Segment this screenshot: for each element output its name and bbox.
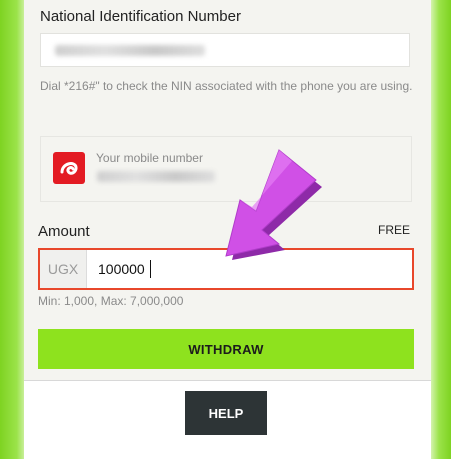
nin-label: National Identification Number bbox=[40, 8, 241, 25]
help-button[interactable]: HELP bbox=[185, 391, 267, 435]
text-caret bbox=[150, 260, 151, 278]
amount-limits: Min: 1,000, Max: 7,000,000 bbox=[38, 294, 184, 308]
currency-prefix: UGX bbox=[40, 250, 87, 288]
amount-label: Amount bbox=[38, 223, 90, 240]
mobile-number-card: Your mobile number bbox=[40, 136, 412, 202]
withdraw-button[interactable]: WITHDRAW bbox=[38, 329, 414, 369]
nin-input[interactable] bbox=[40, 33, 410, 67]
divider bbox=[24, 380, 431, 381]
amount-input[interactable]: UGX 100000 bbox=[38, 248, 414, 290]
right-green-border bbox=[431, 0, 451, 459]
left-green-border bbox=[0, 0, 24, 459]
airtel-logo-icon bbox=[53, 152, 85, 184]
amount-value: 100000 bbox=[98, 261, 145, 277]
mobile-number-label: Your mobile number bbox=[96, 151, 203, 165]
nin-hint: Dial *216#" to check the NIN associated … bbox=[40, 79, 413, 93]
nin-obscured-value bbox=[55, 45, 205, 56]
fee-label: FREE bbox=[377, 223, 410, 237]
mobile-obscured-value bbox=[97, 171, 215, 182]
